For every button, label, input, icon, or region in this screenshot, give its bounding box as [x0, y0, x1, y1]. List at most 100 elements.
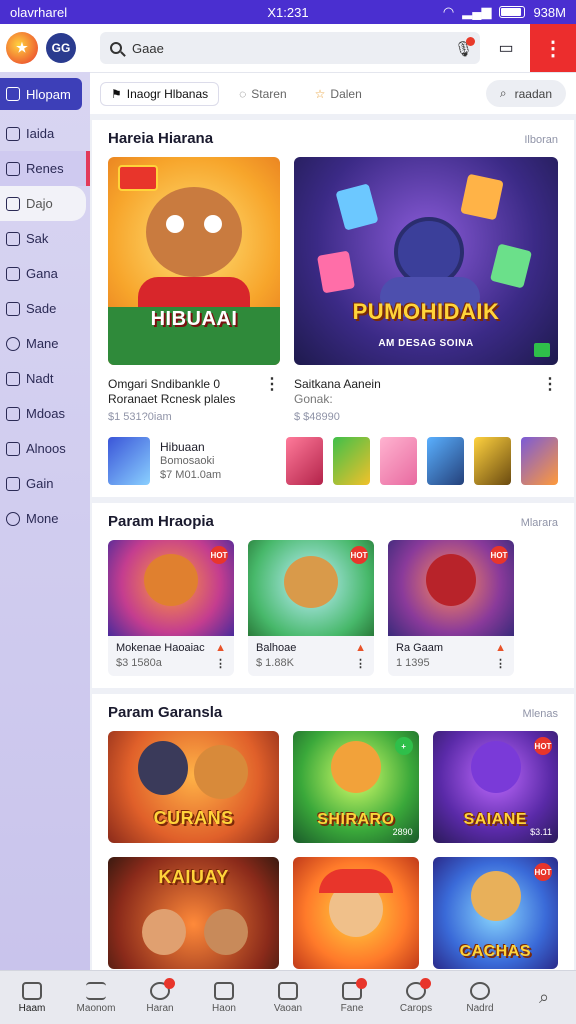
- mini-thumb[interactable]: [474, 437, 511, 485]
- mini-thumb[interactable]: [333, 437, 370, 485]
- game-art: SHIRARO 2890 +: [293, 731, 419, 843]
- game-art: [293, 857, 419, 969]
- nav-item-cart[interactable]: Fane: [320, 971, 384, 1024]
- heart-icon: [278, 981, 298, 1000]
- more-options-icon[interactable]: ⋮: [542, 377, 558, 393]
- game-art: CURANS: [108, 731, 280, 843]
- mini-thumb[interactable]: [521, 437, 558, 485]
- nav-item-search[interactable]: ⌕: [512, 971, 576, 1024]
- app-logo[interactable]: ★: [6, 32, 38, 64]
- sidebar-item-label: Renes: [26, 161, 64, 176]
- sidebar-item-home[interactable]: Hlopam: [0, 78, 82, 110]
- search-icon: ⌕: [499, 86, 507, 100]
- see-all-link[interactable]: Ilboran: [524, 134, 558, 146]
- nav-label: Vaoan: [273, 1002, 303, 1014]
- gift-icon: [406, 977, 431, 1000]
- nav-item-favorites[interactable]: Vaoan: [256, 971, 320, 1024]
- sidebar-item-3[interactable]: Dajo: [0, 186, 86, 221]
- folder-icon: [6, 231, 20, 246]
- nav-item-alerts[interactable]: Haran: [128, 971, 192, 1024]
- signal-icon: ▂▄▆: [462, 4, 492, 19]
- game-art: KAIUAY: [108, 857, 280, 969]
- more-options-icon[interactable]: ⋮: [495, 657, 506, 670]
- search-value: Gaae: [132, 40, 164, 56]
- featured-card[interactable]: HIBUAAI Omgari Sndibankle 0 ⋮ Roranaet Rc…: [108, 157, 280, 423]
- art-corner-label: 2890: [392, 827, 413, 837]
- art-title: KAIUAY: [158, 867, 229, 887]
- art-subtitle: AM DESAG SOINA: [378, 338, 474, 349]
- sidebar-item-9[interactable]: Mdoas: [0, 396, 90, 431]
- sidebar-item-4[interactable]: Sak: [0, 221, 90, 256]
- game-name: Mokenae Haoaiac: [116, 642, 205, 654]
- cast-icon[interactable]: ▭: [486, 38, 526, 58]
- art-title: CACHAS: [459, 943, 532, 960]
- tab-0[interactable]: ⚑ Inaogr Hlbanas: [100, 81, 220, 106]
- game-tile[interactable]: CACHAS HOT: [432, 857, 558, 969]
- see-all-link[interactable]: Mlenas: [523, 708, 558, 720]
- sidebar-item-11[interactable]: Gain: [0, 466, 90, 501]
- tab-2[interactable]: ☆ Dalen: [307, 83, 370, 105]
- leaf-icon: ◌: [239, 86, 247, 101]
- game-tile[interactable]: SHIRARO 2890 +: [293, 731, 419, 843]
- featured-card[interactable]: PUMOHIDAIK AM DESAG SOINA Saitkana Aanei…: [294, 157, 558, 423]
- mini-game-item[interactable]: Hibuaan Bomosaoki $7 M01.0am: [108, 437, 274, 485]
- art-title: PUMOHIDAIK: [352, 299, 500, 324]
- game-card[interactable]: HOT Ra Gaam ▲ 1 1395 ⋮: [388, 540, 514, 676]
- sidebar-item-8[interactable]: Nadt: [0, 361, 90, 396]
- game-tile[interactable]: [293, 857, 419, 969]
- notification-dot: [356, 977, 367, 989]
- sidebar-item-label: Dajo: [26, 196, 53, 211]
- overflow-menu-button[interactable]: ⋮: [530, 24, 576, 72]
- tab-search-pill[interactable]: ⌕ raadan: [485, 80, 566, 107]
- sidebar-item-1[interactable]: Iaida: [0, 116, 90, 151]
- game-price: $3 1580a: [116, 657, 162, 669]
- tab-label: Staren: [251, 86, 287, 101]
- search-input[interactable]: Gaae 🎙: [100, 32, 480, 64]
- mini-thumb[interactable]: [380, 437, 417, 485]
- sidebar-item-10[interactable]: Alnoos: [0, 431, 90, 466]
- list-icon: [6, 161, 20, 176]
- nav-item-home[interactable]: Haam: [0, 971, 64, 1024]
- game-tile[interactable]: CURANS: [108, 731, 280, 843]
- nav-label: Nadrd: [466, 1002, 494, 1014]
- sidebar-item-7[interactable]: Mane: [0, 326, 90, 361]
- mini-thumb[interactable]: [286, 437, 323, 485]
- menu-icon: [86, 981, 106, 1000]
- game-card[interactable]: HOT Mokenae Haoaiac ▲ $3 1580a ⋮: [108, 540, 234, 676]
- game-art: HIBUAAI: [108, 157, 280, 365]
- sidebar-item-6[interactable]: Sade: [0, 291, 90, 326]
- art-title: CURANS: [153, 808, 234, 828]
- game-art: HOT: [108, 540, 234, 636]
- nav-item-notes[interactable]: Haon: [192, 971, 256, 1024]
- sidebar-item-12[interactable]: Mone: [0, 501, 90, 536]
- carrier-label: olavrharel: [10, 4, 68, 20]
- sidebar-item-2[interactable]: Renes: [0, 151, 90, 186]
- game-art: CACHAS HOT: [432, 857, 558, 969]
- sidebar-item-5[interactable]: Gana: [0, 256, 90, 291]
- more-options-icon[interactable]: ⋮: [355, 657, 366, 670]
- tab-1[interactable]: ◌ Staren: [231, 83, 295, 105]
- profile-avatar[interactable]: GG: [46, 33, 76, 63]
- more-options-icon[interactable]: ⋮: [215, 657, 226, 670]
- game-tile[interactable]: KAIUAY: [108, 857, 280, 969]
- tab-bar: ⚑ Inaogr Hlbanas ◌ Staren ☆ Dalen ⌕ raadan: [90, 72, 576, 114]
- mini-thumb: [108, 437, 150, 485]
- mic-icon[interactable]: 🎙: [454, 37, 475, 58]
- sidebar-item-label: Iaida: [26, 126, 55, 141]
- flame-icon: ▲: [215, 642, 226, 654]
- sidebar-item-label: Nadt: [26, 371, 54, 386]
- nav-item-profile[interactable]: Nadrd: [448, 971, 512, 1024]
- more-options-icon[interactable]: ⋮: [264, 377, 280, 393]
- flame-icon: ▲: [495, 642, 506, 654]
- nav-label: Maonom: [76, 1002, 116, 1014]
- nav-item-gifts[interactable]: Carops: [384, 971, 448, 1024]
- hot-badge: HOT: [534, 863, 552, 881]
- game-card[interactable]: HOT Balhoae ▲ $ 1.88K ⋮: [248, 540, 374, 676]
- nav-item-menu[interactable]: Maonom: [64, 971, 128, 1024]
- see-all-link[interactable]: Mlarara: [521, 517, 558, 529]
- nav-label: Fane: [340, 1002, 364, 1014]
- mini-thumb[interactable]: [427, 437, 464, 485]
- cart-icon: [342, 977, 367, 1000]
- game-tile[interactable]: SAIANE $3.11 HOT: [432, 731, 558, 843]
- nav-label: Haran: [146, 1002, 174, 1014]
